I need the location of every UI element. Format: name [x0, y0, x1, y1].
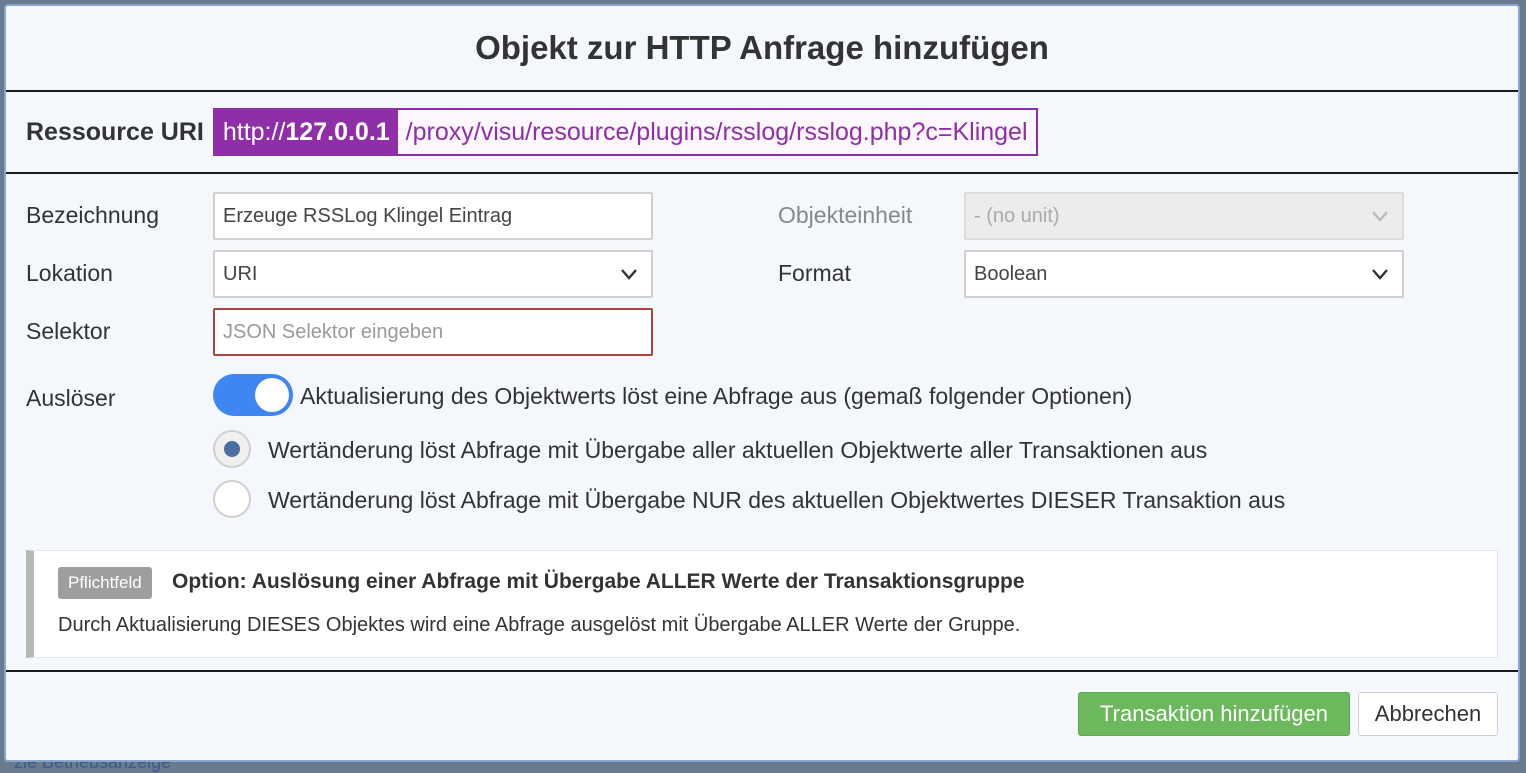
ausloeser-label: Auslöser: [26, 385, 116, 411]
add-transaction-button[interactable]: Transaktion hinzufügen: [1078, 692, 1350, 736]
chevron-down-icon: [1372, 211, 1388, 222]
toggle-knob: [255, 378, 289, 412]
resource-uri-label: Ressource URI: [26, 117, 204, 146]
dialog-header: Objekt zur HTTP Anfrage hinzufügen: [6, 6, 1518, 92]
objekteinheit-label: Objekteinheit: [778, 202, 913, 228]
format-value: Boolean: [974, 262, 1048, 285]
add-object-dialog: Objekt zur HTTP Anfrage hinzufügen Resso…: [4, 4, 1520, 762]
cancel-button[interactable]: Abbrechen: [1358, 692, 1498, 736]
objekteinheit-value: - (no unit): [974, 204, 1060, 227]
uri-base: http://127.0.0.1: [214, 110, 398, 154]
radio-all-transactions-label: Wertänderung löst Abfrage mit Übergabe a…: [268, 437, 1208, 463]
uri-host: 127.0.0.1: [285, 117, 390, 146]
lokation-value: URI: [223, 262, 258, 285]
radio-this-transaction-label: Wertänderung löst Abfrage mit Übergabe N…: [268, 487, 1286, 513]
format-select[interactable]: Boolean: [964, 250, 1404, 298]
ausloeser-toggle[interactable]: [213, 374, 293, 416]
lokation-select[interactable]: URI: [213, 250, 653, 298]
uri-path: /proxy/visu/resource/plugins/rsslog/rssl…: [397, 110, 1036, 154]
uri-scheme: http://: [222, 117, 286, 146]
bezeichnung-input[interactable]: Erzeuge RSSLog Klingel Eintrag: [213, 192, 653, 240]
ausloeser-toggle-text: Aktualisierung des Objektwerts löst eine…: [300, 383, 1133, 409]
info-title: Option: Auslösung einer Abfrage mit Über…: [172, 570, 1025, 593]
format-label: Format: [778, 260, 851, 286]
resource-uri: http://127.0.0.1 /proxy/visu/resource/pl…: [212, 108, 1038, 156]
radio-this-transaction[interactable]: [213, 480, 251, 518]
object-form: Bezeichnung Erzeuge RSSLog Klingel Eintr…: [6, 174, 1518, 672]
resource-uri-row: Ressource URI http://127.0.0.1 /proxy/vi…: [6, 92, 1518, 174]
required-badge: Pflichtfeld: [58, 567, 152, 599]
info-text: Durch Aktualisierung DIESES Objektes wir…: [58, 614, 1021, 636]
selektor-label: Selektor: [26, 318, 111, 344]
radio-all-transactions[interactable]: [213, 430, 251, 468]
selektor-input[interactable]: JSON Selektor eingeben: [213, 308, 653, 356]
bezeichnung-label: Bezeichnung: [26, 202, 159, 228]
chevron-down-icon: [1372, 269, 1388, 280]
dialog-title: Objekt zur HTTP Anfrage hinzufügen: [475, 29, 1049, 66]
info-callout: Pflichtfeld Option: Auslösung einer Abfr…: [26, 550, 1498, 658]
lokation-label: Lokation: [26, 260, 113, 286]
chevron-down-icon: [621, 269, 637, 280]
dialog-footer: Transaktion hinzufügen Abbrechen: [6, 672, 1518, 758]
objekteinheit-select: - (no unit): [964, 192, 1404, 240]
